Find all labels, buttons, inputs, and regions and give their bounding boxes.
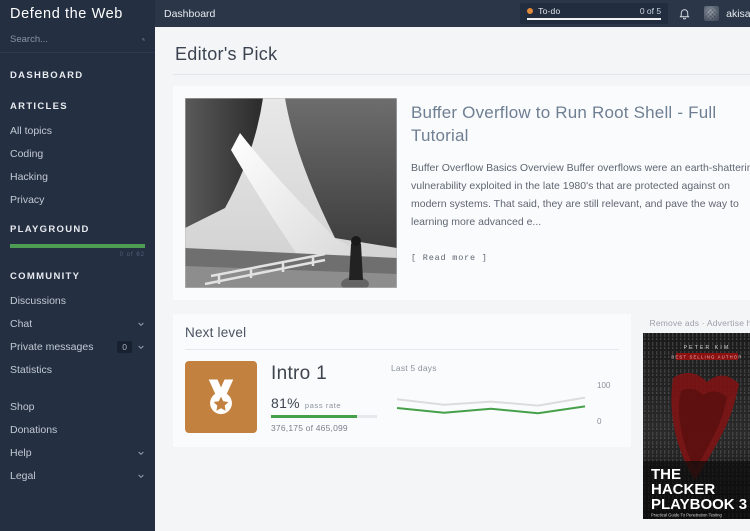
- pass-rate-fill: [271, 415, 357, 418]
- sidebar-heading-playground[interactable]: PLAYGROUND: [0, 211, 155, 242]
- sidebar-item-label: Coding: [10, 147, 44, 160]
- chevron-down-icon: [138, 451, 144, 455]
- sidebar-heading-community: COMMUNITY: [10, 271, 81, 282]
- article-excerpt: Buffer Overflow Basics Overview Buffer o…: [411, 162, 750, 229]
- ad-banner[interactable]: PETER KIM BEST SELLING AUTHOR THE HACKER…: [643, 333, 750, 519]
- article-title[interactable]: Buffer Overflow to Run Root Shell - Full…: [411, 102, 750, 147]
- medal-icon: [208, 379, 234, 415]
- sidebar-item-coding[interactable]: Coding: [0, 142, 155, 165]
- y-tick-bottom: 0: [597, 417, 602, 426]
- level-info: Intro 1 81% pass rate 376,175 of 465,099: [271, 361, 377, 433]
- next-level-divider: [185, 349, 619, 350]
- pass-rate-counts: 376,175 of 465,099: [271, 423, 348, 433]
- sidebar-item-discussions[interactable]: Discussions: [0, 289, 155, 312]
- todo-row: To-do 0 of 5: [527, 6, 661, 16]
- main-area: Dashboard To-do 0 of 5 akisa2000: [155, 0, 750, 531]
- todo-status-dot: [527, 8, 534, 14]
- sidebar-item-label: Privacy: [10, 193, 45, 206]
- chart-lines: [391, 378, 591, 430]
- search-icon[interactable]: [142, 34, 145, 45]
- content-area: Editor's Pick Buffer Overflow to Run Roo…: [155, 27, 750, 531]
- ad-title-3: PLAYBOOK 3: [651, 496, 747, 513]
- sidebar-item-legal[interactable]: Legal: [0, 464, 155, 487]
- pass-rate-value: 81%: [271, 395, 300, 411]
- article-thumbnail[interactable]: [185, 98, 397, 288]
- sidebar-item-donations[interactable]: Donations: [0, 418, 155, 441]
- app-root: Defend the Web DASHBOARD ARTICLES All to…: [0, 0, 750, 531]
- private-messages-badge: 0: [117, 340, 132, 353]
- next-level-title: Next level: [185, 325, 247, 340]
- brand-logo[interactable]: Defend the Web: [0, 0, 155, 27]
- sidebar-item-private-messages[interactable]: Private messages 0: [0, 335, 155, 358]
- sidebar-item-label: Hacking: [10, 170, 48, 183]
- y-tick-top: 100: [597, 381, 611, 390]
- chart-series-completions: [397, 406, 585, 413]
- page-title: Editor's Pick: [175, 44, 278, 64]
- level-name: Intro 1: [271, 363, 327, 384]
- chevron-down-icon: [138, 474, 144, 478]
- sidebar-item-label: Donations: [10, 423, 58, 436]
- main-column: Editor's Pick Buffer Overflow to Run Roo…: [173, 27, 750, 531]
- sidebar-item-label: Shop: [10, 400, 35, 413]
- sidebar-item-chat[interactable]: Chat: [0, 312, 155, 335]
- sidebar-divider: [0, 381, 155, 395]
- sidebar: Defend the Web DASHBOARD ARTICLES All to…: [0, 0, 155, 531]
- sidebar-item-label: Discussions: [10, 294, 67, 307]
- playground-progress-count: 0 of 62: [119, 252, 145, 258]
- todo-widget[interactable]: To-do 0 of 5: [520, 3, 669, 24]
- sidebar-item-label: All topics: [10, 124, 53, 137]
- waterfall-photo: [185, 98, 397, 288]
- chevron-down-icon: [138, 345, 144, 349]
- search-bar[interactable]: [0, 27, 155, 53]
- sidebar-heading-articles: ARTICLES: [10, 101, 68, 112]
- sidebar-item-label: Help: [10, 446, 32, 459]
- pass-rate-line: 81% pass rate: [271, 395, 377, 411]
- chart-title: Last 5 days: [391, 363, 437, 373]
- avatar[interactable]: [704, 6, 720, 21]
- sidebar-nav: DASHBOARD ARTICLES All topics Coding Hac…: [0, 53, 155, 487]
- remove-ads-link[interactable]: Remove ads · Advertise here: [643, 314, 750, 333]
- todo-progress-track: [527, 18, 662, 20]
- breadcrumb[interactable]: Dashboard: [164, 8, 215, 20]
- chart-plot-area: 100 0: [391, 378, 619, 430]
- pass-rate-label: pass rate: [304, 401, 342, 410]
- aside-column: Remove ads · Advertise here: [643, 314, 750, 519]
- chart-y-axis: 100 0: [597, 378, 619, 430]
- sidebar-item-statistics[interactable]: Statistics: [0, 358, 155, 381]
- level-badge-tile[interactable]: [185, 361, 257, 433]
- sidebar-item-hacking[interactable]: Hacking: [0, 165, 155, 188]
- sidebar-item-all-topics[interactable]: All topics: [0, 119, 155, 142]
- sidebar-item-label: Legal: [10, 469, 36, 482]
- sidebar-item-shop[interactable]: Shop: [0, 395, 155, 418]
- chart-series-total-attempts: [397, 398, 585, 406]
- todo-count: 0 of 5: [639, 6, 662, 16]
- todo-label: To-do: [538, 6, 561, 16]
- sidebar-item-label: Chat: [10, 317, 33, 330]
- dashboard-row: Next level Intro 1 81% pass rate 376,175…: [173, 314, 750, 519]
- bell-icon[interactable]: [678, 6, 691, 21]
- sidebar-item-dashboard[interactable]: DASHBOARD: [0, 57, 155, 88]
- sidebar-item-label: Private messages: [10, 340, 94, 353]
- chevron-down-icon: [138, 322, 144, 326]
- ad-series: BEST SELLING AUTHOR: [671, 355, 742, 360]
- sidebar-item-privacy[interactable]: Privacy: [0, 188, 155, 211]
- ad-author: PETER KIM: [684, 345, 731, 351]
- next-level-card: Next level Intro 1 81% pass rate 376,175…: [173, 314, 631, 447]
- ad-subtitle: Practical Guide To Penetration Testing: [651, 513, 723, 518]
- sidebar-item-help[interactable]: Help: [0, 441, 155, 464]
- next-level-content: Intro 1 81% pass rate 376,175 of 465,099: [185, 361, 619, 433]
- editors-pick-body: Buffer Overflow to Run Root Shell - Full…: [411, 98, 750, 288]
- search-input[interactable]: [10, 34, 142, 45]
- sparkline-chart: Last 5 days 100 0: [391, 361, 619, 430]
- topbar: Dashboard To-do 0 of 5 akisa2000: [155, 0, 750, 27]
- editors-pick-card[interactable]: Buffer Overflow to Run Root Shell - Full…: [173, 86, 750, 300]
- title-divider: [173, 74, 750, 75]
- read-more-link[interactable]: [ Read more ]: [411, 253, 750, 263]
- username-label[interactable]: akisa2000: [726, 8, 750, 20]
- sidebar-item-label: Statistics: [10, 363, 53, 376]
- pass-rate-track: [271, 415, 377, 418]
